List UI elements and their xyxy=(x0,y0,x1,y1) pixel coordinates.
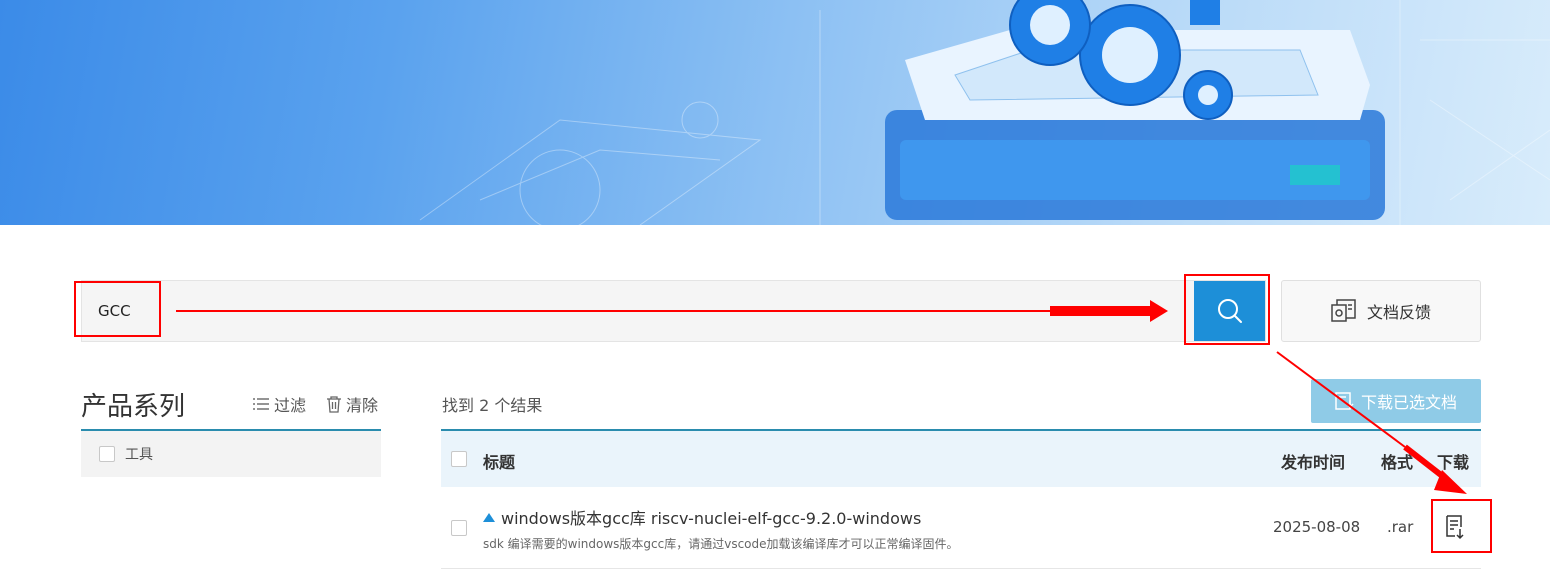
search-bar xyxy=(81,280,1266,342)
table-row: windows版本gcc库 riscv-nuclei-elf-gcc-9.2.0… xyxy=(441,488,1481,569)
download-selected-button[interactable]: 下载已选文档 xyxy=(1311,379,1481,423)
hero-banner xyxy=(0,0,1550,225)
row-title-link[interactable]: windows版本gcc库 riscv-nuclei-elf-gcc-9.2.0… xyxy=(483,505,921,529)
file-download-icon[interactable] xyxy=(1444,514,1466,540)
table-header: 标题 发布时间 格式 下载 xyxy=(441,429,1481,487)
col-date[interactable]: 发布时间 xyxy=(1281,449,1345,473)
expand-triangle-icon[interactable] xyxy=(483,512,495,522)
filter-button[interactable]: 过滤 xyxy=(252,392,306,416)
col-title: 标题 xyxy=(483,453,516,472)
search-button[interactable] xyxy=(1194,281,1265,341)
sidebar-item-label: 工具 xyxy=(125,447,153,463)
download-doc-icon xyxy=(1335,392,1354,410)
feedback-icon xyxy=(1331,299,1356,322)
download-selected-label: 下载已选文档 xyxy=(1360,393,1457,412)
row-description: sdk 编译需要的windows版本gcc库，请通过vscode加载该编译库才可… xyxy=(483,537,959,551)
col-download: 下载 xyxy=(1437,453,1470,472)
result-count: 找到 2 个结果 xyxy=(442,396,543,415)
banner-illustration xyxy=(419,0,1550,225)
row-format: .rar xyxy=(1387,518,1414,536)
search-icon xyxy=(1217,299,1242,323)
select-all-checkbox[interactable] xyxy=(451,451,467,467)
filter-icon xyxy=(253,398,269,410)
doc-feedback-button[interactable]: 文档反馈 xyxy=(1281,280,1481,342)
col-format: 格式 xyxy=(1381,453,1414,472)
sidebar-item-tools[interactable]: 工具 xyxy=(81,431,381,477)
search-input[interactable] xyxy=(82,281,1182,341)
trash-icon xyxy=(327,395,341,413)
row-date: 2025-08-08 xyxy=(1273,518,1361,536)
feedback-label: 文档反馈 xyxy=(1366,303,1431,322)
sidebar-item-checkbox[interactable] xyxy=(99,446,115,462)
filter-label: 过滤 xyxy=(274,396,307,415)
row-title-text: windows版本gcc库 riscv-nuclei-elf-gcc-9.2.0… xyxy=(501,509,922,528)
row-checkbox[interactable] xyxy=(451,520,467,536)
clear-label: 清除 xyxy=(346,396,379,415)
sidebar-title: 产品系列 xyxy=(81,392,186,422)
clear-button[interactable]: 清除 xyxy=(326,392,378,416)
